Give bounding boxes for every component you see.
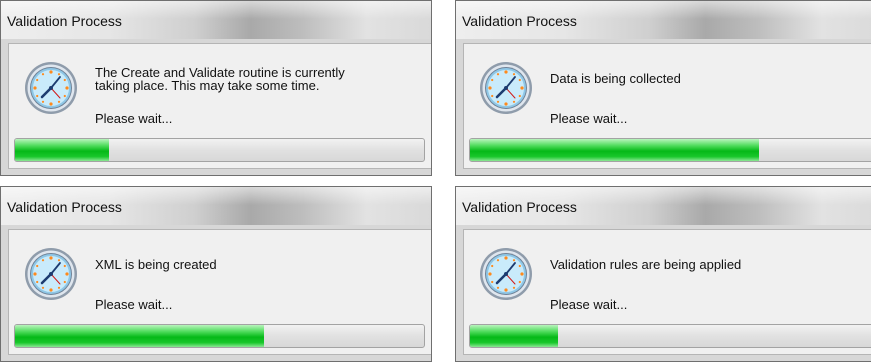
progress-bar [14,138,425,162]
status-message: XML is being created [95,257,217,272]
status-message: Data is being collected [550,71,681,86]
clock-icon [480,62,532,114]
status-message: Validation rules are being applied [550,257,742,272]
progress-bar [469,138,871,162]
please-wait-label: Please wait... [95,111,173,126]
please-wait-label: Please wait... [95,297,173,312]
clock-icon [480,248,532,300]
progress-bar [469,324,871,348]
dialog-title: Validation Process [7,13,122,29]
validation-dialog-1: Validation Process The Create and Valida… [0,0,432,176]
please-wait-label: Please wait... [550,111,628,126]
validation-dialog-3: Validation Process XML is being created … [0,186,432,362]
dialog-content: Data is being collected Please wait... [463,43,871,169]
validation-dialog-2: Validation Process Data is being collect… [455,0,871,176]
dialog-content: The Create and Validate routine is curre… [8,43,431,169]
title-bar[interactable]: Validation Process [1,1,431,39]
dialog-content: Validation rules are being applied Pleas… [463,229,871,355]
progress-fill [15,139,110,161]
progress-bar [14,324,425,348]
title-bar[interactable]: Validation Process [456,187,871,225]
clock-icon [25,248,77,300]
progress-fill [15,325,265,347]
dialog-title: Validation Process [462,13,577,29]
progress-fill [470,139,760,161]
progress-fill [470,325,558,347]
dialog-content: XML is being created Please wait... [8,229,431,355]
status-message: The Create and Validate routine is curre… [95,65,345,93]
title-bar[interactable]: Validation Process [456,1,871,39]
validation-dialog-4: Validation Process Validation rules are … [455,186,871,362]
dialog-title: Validation Process [7,199,122,215]
clock-icon [25,62,77,114]
title-bar[interactable]: Validation Process [1,187,431,225]
dialog-title: Validation Process [462,199,577,215]
please-wait-label: Please wait... [550,297,628,312]
